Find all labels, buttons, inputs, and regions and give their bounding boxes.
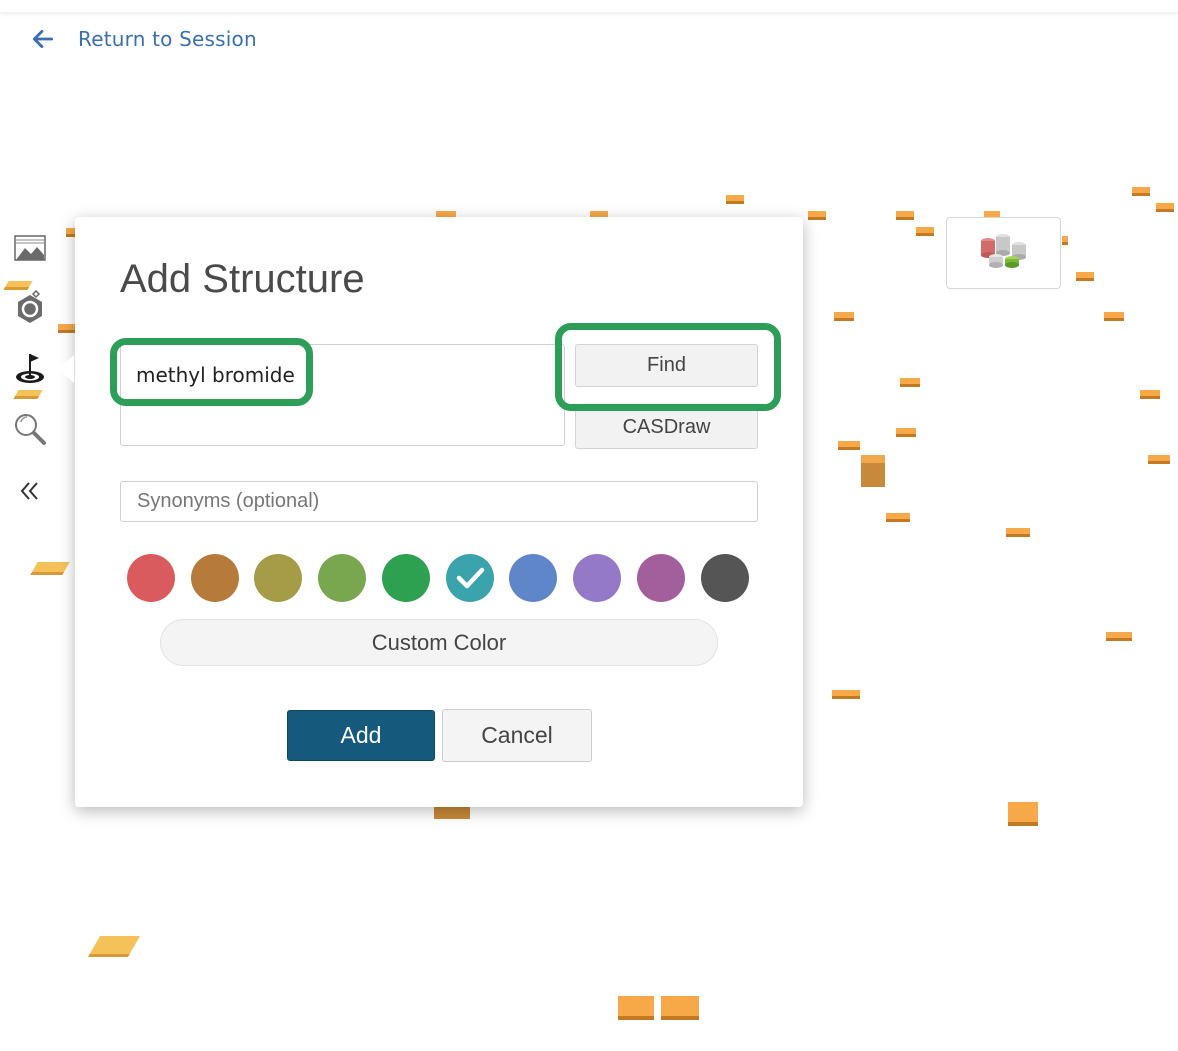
scene-tile [808, 211, 826, 220]
synonyms-input[interactable]: Synonyms (optional) [120, 481, 758, 522]
color-swatch-blue[interactable] [509, 554, 557, 602]
scene-tile [1076, 272, 1094, 281]
collapse-double-chevron-left-icon [20, 482, 38, 500]
find-button[interactable]: Find [575, 344, 758, 387]
add-button[interactable]: Add [287, 710, 435, 761]
scene-tile [1148, 455, 1170, 464]
structure-name-input[interactable] [120, 344, 565, 446]
scene-tile [1062, 236, 1068, 245]
color-swatch-red[interactable] [127, 554, 175, 602]
casdraw-button[interactable]: CASDraw [575, 405, 758, 449]
scene-tile [30, 562, 70, 575]
cancel-button[interactable]: Cancel [442, 709, 592, 762]
toolbar-collapse-button[interactable] [10, 471, 50, 511]
color-swatch-light-green[interactable] [318, 554, 366, 602]
scene-tile [58, 324, 76, 333]
scene-tile [87, 936, 141, 957]
color-swatch-dark-gray[interactable] [701, 554, 749, 602]
color-swatch-magenta[interactable] [637, 554, 685, 602]
scene-tile [1008, 802, 1038, 826]
scene-tile [661, 996, 699, 1020]
scene-tile [896, 428, 916, 437]
color-swatch-green[interactable] [382, 554, 430, 602]
scene-tile [1156, 203, 1174, 212]
scene-cube [861, 455, 885, 487]
scene-tile [832, 690, 860, 699]
checkmark-icon [456, 567, 485, 589]
scene-tile [1104, 312, 1124, 321]
scene-tile [13, 390, 43, 399]
color-swatch-brown[interactable] [191, 554, 239, 602]
scene-tile [1106, 632, 1132, 641]
structure-name-value: methyl bromide [136, 363, 295, 387]
scene-tile [916, 227, 934, 236]
scene-tile [900, 378, 920, 387]
scene-tile [886, 513, 910, 522]
popover-caret [58, 355, 74, 383]
magnifier-icon [15, 414, 46, 445]
toolbar-structure-button[interactable] [10, 287, 50, 327]
toolbar-background-button[interactable] [10, 228, 50, 268]
molecule-view-widget[interactable] [946, 217, 1061, 289]
landscape-image-icon [14, 235, 46, 261]
toolbar-target-button[interactable] [10, 348, 50, 388]
scene-tile [1132, 187, 1150, 196]
add-structure-dialog: Add Structure methyl bromide Find CASDra… [75, 217, 803, 807]
color-swatch-purple[interactable] [573, 554, 621, 602]
custom-color-button[interactable]: Custom Color [160, 619, 718, 666]
scene-tile [896, 211, 914, 220]
scene-tile [838, 441, 860, 450]
dialog-title: Add Structure [120, 257, 365, 301]
target-flag-icon [16, 354, 44, 383]
color-swatch-olive[interactable] [254, 554, 302, 602]
molecule-hexagon-icon [18, 290, 42, 323]
scene-tile [726, 195, 744, 204]
scene-tile [1006, 528, 1030, 537]
color-swatch-teal[interactable] [446, 554, 494, 602]
scene-tile [834, 312, 854, 321]
toolbar-search-button[interactable] [10, 409, 50, 449]
scene-tile [618, 996, 654, 1020]
scene-tile [1140, 390, 1160, 399]
3d-molecule-stack-icon [980, 234, 1026, 268]
